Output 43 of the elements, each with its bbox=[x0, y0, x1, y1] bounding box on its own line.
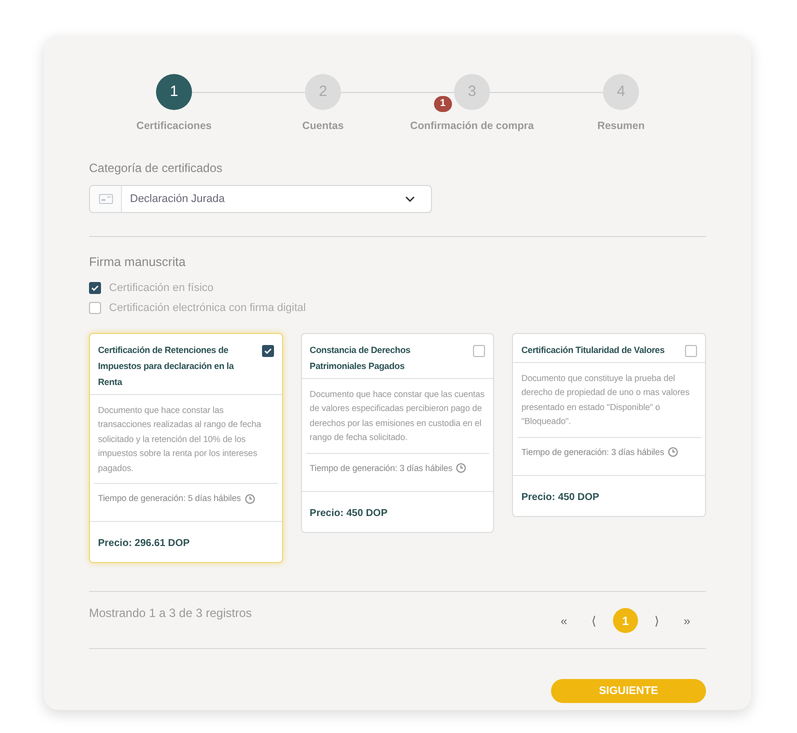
checkbox-label: Certificación en físico bbox=[109, 280, 214, 296]
checkmark-icon bbox=[264, 348, 272, 354]
card-title: Certificación Titularidad de Valores bbox=[521, 344, 666, 356]
step-label: Certificaciones bbox=[136, 119, 212, 134]
generation-time: Tiempo de generación: 3 días hábiles bbox=[521, 446, 664, 459]
card-description: Documento que constituye la prueba del derecho de propiedad de uno o mas valores presentado en estado "Disponible" o "Bloqueado". bbox=[520, 372, 690, 428]
card-title: Certificación de Retenciones de Impuestos para declaración en la Renta bbox=[98, 344, 235, 388]
checkmark-icon bbox=[91, 284, 99, 291]
certificate-card[interactable] bbox=[89, 332, 283, 564]
step-label: Cuentas bbox=[302, 119, 344, 134]
checkbox[interactable] bbox=[473, 344, 486, 356]
category-label: Categoría de certificados bbox=[89, 160, 224, 177]
records-summary: Mostrando 1 a 3 de 3 registros bbox=[89, 605, 252, 622]
step-circle[interactable]: 1 bbox=[156, 74, 192, 110]
checkbox[interactable] bbox=[89, 302, 101, 314]
certificate-card[interactable] bbox=[512, 332, 706, 517]
step-label: Confirmación de compra bbox=[410, 119, 534, 134]
generation-time: Tiempo de generación: 3 días hábiles bbox=[310, 462, 452, 475]
id-card-icon bbox=[98, 194, 112, 204]
checkbox[interactable] bbox=[262, 344, 274, 356]
first-page-button[interactable]: « bbox=[553, 608, 575, 633]
card-price: Precio: 450 DOP bbox=[521, 492, 600, 503]
last-page-button[interactable]: » bbox=[676, 608, 698, 633]
category-select[interactable]: Declaración Jurada bbox=[89, 184, 432, 213]
certificate-card[interactable] bbox=[300, 332, 494, 533]
card-description: Documento que hace constar las transacciones realizadas al rango de fecha solicitado y la retención del 10% de los impuestos sobre la renta por los intereses pagados. bbox=[97, 404, 262, 475]
card-price: Precio: 450 DOP bbox=[310, 508, 388, 519]
clock-icon bbox=[244, 494, 255, 504]
next-page-button[interactable]: ⟩ bbox=[646, 608, 668, 633]
checkbox-label: Certificación electrónica con firma digital bbox=[109, 301, 306, 316]
card-price: Precio: 296.61 DOP bbox=[98, 538, 190, 550]
checkbox[interactable] bbox=[89, 282, 101, 294]
checkbox[interactable] bbox=[685, 344, 698, 356]
card-description: Documento que hace constar que las cuentas de valores especificadas percibieron pago de derechos por las emisiones en custodia en el rango de fecha solicitado. bbox=[308, 388, 486, 444]
section-title: Firma manuscrita bbox=[89, 254, 187, 271]
clock-icon bbox=[668, 447, 678, 458]
generation-time: Tiempo de generación: 5 días hábiles bbox=[98, 492, 241, 505]
clock-icon bbox=[456, 463, 466, 474]
card-title: Constancia de Derechos Patrimoniales Pagados bbox=[310, 344, 412, 373]
chevron-down-icon bbox=[405, 196, 415, 202]
step-label: Resumen bbox=[597, 119, 645, 134]
notification-badge: 1 bbox=[434, 96, 452, 112]
previous-page-button[interactable]: ⟨ bbox=[583, 608, 605, 633]
